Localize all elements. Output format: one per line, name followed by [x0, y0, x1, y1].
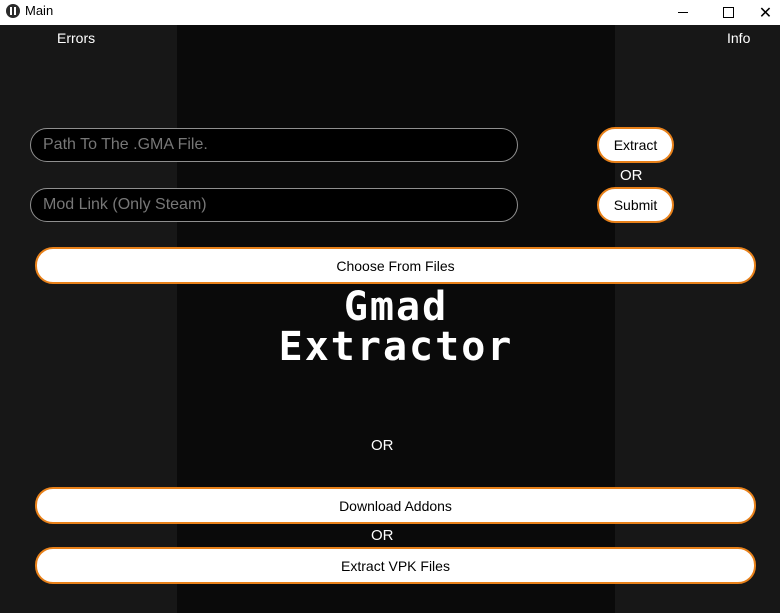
app-logo: Gmad Extractor	[177, 287, 615, 367]
logo-line-2: Extractor	[278, 324, 514, 370]
submit-button[interactable]: Submit	[597, 187, 674, 223]
logo-line-1: Gmad	[343, 284, 449, 330]
or-separator: OR	[620, 167, 643, 184]
minimize-icon	[678, 12, 688, 13]
minimize-button[interactable]	[660, 0, 706, 25]
extract-button[interactable]: Extract	[597, 127, 674, 163]
download-addons-button[interactable]: Download Addons	[35, 487, 756, 524]
window-title: Main	[25, 3, 54, 18]
choose-from-files-button[interactable]: Choose From Files	[35, 247, 756, 284]
main-content: Errors Info Extract OR Submit Choose Fro…	[0, 25, 780, 613]
title-bar: Main ✕	[0, 0, 780, 25]
info-link[interactable]: Info	[727, 30, 750, 46]
or-separator: OR	[371, 527, 394, 544]
maximize-button[interactable]	[705, 0, 751, 25]
errors-link[interactable]: Errors	[57, 30, 95, 46]
app-icon	[6, 4, 20, 18]
gma-path-input[interactable]	[30, 128, 518, 162]
close-button[interactable]: ✕	[751, 0, 780, 25]
extract-vpk-button[interactable]: Extract VPK Files	[35, 547, 756, 584]
or-separator: OR	[371, 437, 394, 454]
close-icon: ✕	[758, 2, 773, 22]
mod-link-input[interactable]	[30, 188, 518, 222]
maximize-icon	[722, 7, 734, 18]
